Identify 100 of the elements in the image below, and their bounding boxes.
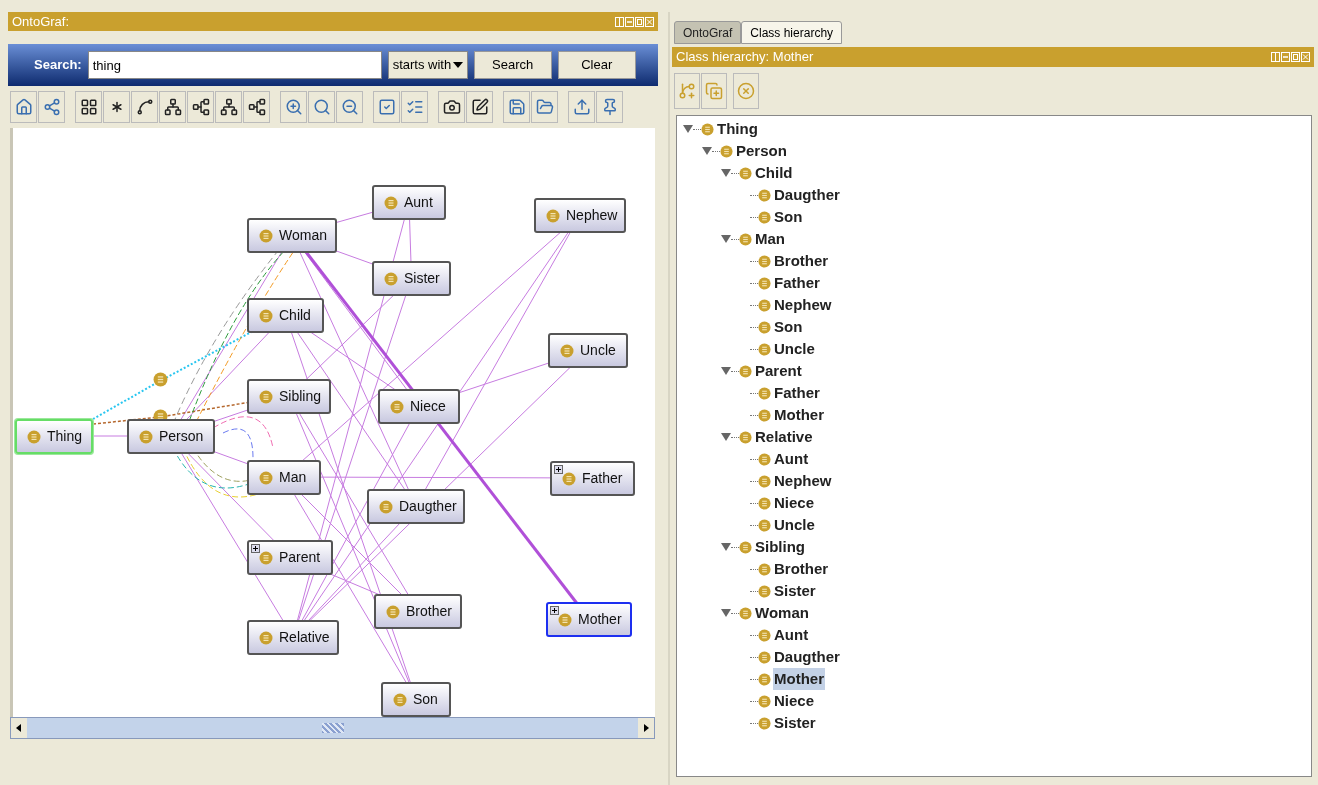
tree-icon	[163, 98, 182, 116]
class-node[interactable]: Brother	[374, 594, 462, 629]
collapse-icon[interactable]	[721, 608, 731, 618]
tree-item[interactable]: Sister	[773, 711, 817, 735]
class-node[interactable]: Nephew	[534, 198, 626, 233]
collapse-icon[interactable]	[721, 234, 731, 244]
tree-item[interactable]: Relative	[754, 425, 814, 449]
collapse-icon[interactable]	[702, 146, 712, 156]
tile-icon[interactable]	[1271, 52, 1280, 62]
class-node[interactable]: Mother	[546, 602, 632, 637]
class-icon	[758, 298, 771, 312]
collapse-icon[interactable]	[721, 168, 731, 178]
tab[interactable]: OntoGraf	[674, 21, 742, 44]
expand-icon[interactable]	[251, 544, 260, 553]
class-icon	[259, 228, 273, 243]
class-node[interactable]: Daugther	[367, 489, 465, 524]
tree-item[interactable]: Daugther	[773, 183, 841, 207]
class-node[interactable]: Man	[247, 460, 321, 495]
class-icon	[758, 716, 771, 730]
class-node[interactable]: Relative	[247, 620, 339, 655]
scroll-right-icon[interactable]	[638, 718, 654, 738]
tree-item[interactable]: Aunt	[773, 623, 810, 647]
tree-item[interactable]: Woman	[754, 601, 810, 625]
search-field[interactable]: thing	[87, 51, 382, 79]
class-node[interactable]: Thing	[15, 419, 93, 454]
tree-item[interactable]: Mother	[773, 403, 825, 427]
class-node[interactable]: Niece	[378, 389, 460, 424]
node-label: Uncle	[580, 341, 616, 360]
class-node[interactable]: Son	[381, 682, 451, 717]
tree-item[interactable]: Father	[773, 381, 821, 405]
toolbar-button[interactable]	[131, 91, 158, 123]
tree-item[interactable]: Mother	[773, 667, 825, 691]
tree-item[interactable]: Father	[773, 271, 821, 295]
tree-item[interactable]: Man	[754, 227, 786, 251]
collapse-icon[interactable]	[721, 542, 731, 552]
class-node[interactable]: Aunt	[372, 185, 446, 220]
maximize-icon[interactable]	[635, 16, 644, 27]
tree-item[interactable]: Niece	[773, 491, 816, 515]
tree-item[interactable]: Son	[773, 205, 804, 229]
expand-icon[interactable]	[554, 465, 563, 474]
minimize-icon[interactable]	[625, 16, 634, 27]
toolbar-button[interactable]	[243, 91, 270, 123]
search-button[interactable]: Search	[473, 51, 552, 79]
class-node[interactable]: Child	[247, 298, 324, 333]
class-node[interactable]: Sibling	[247, 379, 331, 414]
tile-icon[interactable]	[615, 16, 624, 27]
tree-item[interactable]: Daugther	[773, 645, 841, 669]
match-mode-dropdown[interactable]: starts with	[387, 51, 468, 79]
tree-item[interactable]: Sibling	[754, 535, 806, 559]
minimize-icon[interactable]	[1281, 52, 1290, 62]
toolbar-button[interactable]	[103, 91, 130, 123]
tree-item[interactable]: Child	[754, 161, 794, 185]
collapse-icon[interactable]	[721, 432, 731, 442]
tree-item[interactable]: Uncle	[773, 513, 816, 537]
class-node[interactable]: Uncle	[548, 333, 628, 368]
tree-item[interactable]: Sister	[773, 579, 817, 603]
toolbar-button[interactable]	[159, 91, 186, 123]
tree-item[interactable]: Brother	[773, 249, 830, 273]
class-icon	[758, 276, 771, 290]
zoom-out-icon	[340, 98, 359, 116]
close-icon[interactable]	[1301, 52, 1310, 62]
tree-item[interactable]: Nephew	[773, 293, 833, 317]
tree-item[interactable]: Nephew	[773, 469, 833, 493]
class-icon	[393, 692, 407, 707]
expand-icon[interactable]	[550, 606, 559, 615]
clear-button[interactable]: Clear	[557, 51, 636, 79]
close-icon[interactable]	[645, 16, 654, 27]
class-icon	[379, 499, 393, 514]
toolbar-button[interactable]	[75, 91, 102, 123]
delete-icon	[737, 82, 755, 100]
node-label: Man	[279, 468, 307, 487]
toolbar-button[interactable]	[187, 91, 214, 123]
tree-icon	[247, 98, 266, 116]
class-node[interactable]: Person	[127, 419, 215, 454]
add-subclass-icon	[678, 82, 696, 100]
node-label: Niece	[410, 397, 446, 416]
class-node[interactable]: Parent	[247, 540, 333, 575]
toolbar-button[interactable]	[438, 91, 465, 123]
tree-item[interactable]: Aunt	[773, 447, 810, 471]
scroll-left-icon[interactable]	[11, 718, 27, 738]
collapse-icon[interactable]	[721, 366, 731, 376]
tree-item[interactable]: Niece	[773, 689, 816, 713]
maximize-icon[interactable]	[1291, 52, 1300, 62]
class-node[interactable]: Woman	[247, 218, 337, 253]
caret-icon	[452, 62, 463, 68]
horizontal-scrollbar[interactable]	[10, 717, 655, 739]
tab[interactable]: Class hierarchy	[741, 21, 843, 44]
class-node[interactable]: Sister	[372, 261, 451, 296]
scroll-thumb-grip[interactable]	[321, 723, 344, 733]
tree-item[interactable]: Person	[735, 139, 788, 163]
toolbar-button[interactable]	[215, 91, 242, 123]
tree-item[interactable]: Son	[773, 315, 804, 339]
tree-item[interactable]: Thing	[716, 117, 759, 141]
tree-item[interactable]: Brother	[773, 557, 830, 581]
toolbar-button[interactable]	[466, 91, 493, 123]
class-icon	[701, 122, 714, 136]
tree-item[interactable]: Parent	[754, 359, 803, 383]
class-node[interactable]: Father	[550, 461, 635, 496]
tree-item[interactable]: Uncle	[773, 337, 816, 361]
collapse-icon[interactable]	[683, 124, 693, 134]
